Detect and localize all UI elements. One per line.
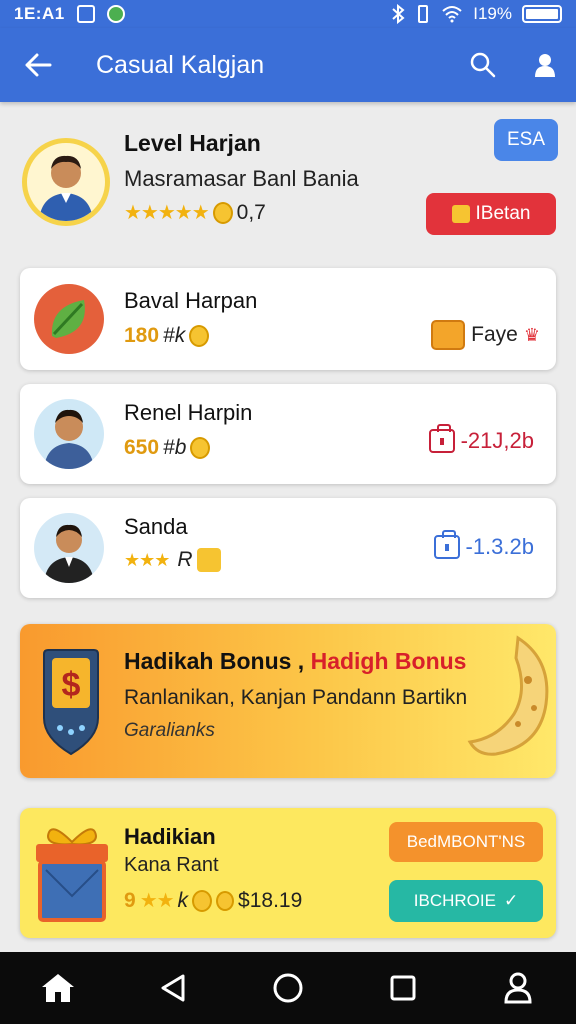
score-value: 180 [124,324,160,347]
phone-dollar-icon: $ [43,649,99,756]
system-nav-bar [0,952,576,1024]
profile-icon [535,54,555,77]
status-bar: 1E:A1 I19% [0,0,576,28]
bluetooth-icon [392,4,405,24]
coin-icon [192,889,213,912]
person-icon [504,972,532,1004]
ibchroie-label: IBCHROIE [413,891,496,910]
profile-avatar[interactable] [22,138,110,226]
bonus-line1: Ranlanikan, Kanjan Pandann Bartikn [124,686,468,709]
home-circle-icon [273,973,303,1003]
profile-name: Level Harjan [124,130,261,156]
player-name: Baval Harpan [124,288,258,313]
leaf-icon [51,300,85,338]
lock-bag-icon [428,424,455,453]
man-avatar [34,399,104,469]
bag-icon [451,205,470,223]
nav-recents-button[interactable] [373,958,433,1018]
gallery-icon [76,5,95,23]
player-delta: -1.3.2b [433,530,535,560]
bonus-line2: Garalianks [124,720,215,741]
bonus-banner[interactable]: $ Hadikah Bonus , Hadigh Bonus Ranlanika… [20,624,556,778]
ibetan-label: IBetan [475,203,531,224]
app-bar: Casual Kalgjan [0,28,576,102]
star-rating: ★★ [139,890,175,912]
back-triangle-icon [161,974,185,1002]
gift-price: $18.19 [238,888,303,912]
gift-unit: k [177,888,189,912]
svg-text:$: $ [62,666,81,704]
rating-value: 0,7 [236,200,266,224]
page-title: Casual Kalgjan [96,50,265,79]
coin-icon [190,437,211,459]
player-name: Sanda [124,514,188,539]
crown-icon: ♛ [523,324,540,345]
player-score: 180 #k [124,324,210,348]
player-delta: Faye ♛ [431,320,540,350]
battery-percent: I19% [473,4,512,23]
score-value: 650 [124,436,160,459]
gift-rating: 9 [124,888,136,912]
man-suit-avatar [34,513,104,583]
player-card[interactable]: Sanda ★★★ R -1.3.2b [20,498,556,598]
battery-icon [522,5,562,23]
delta-value: -21J,2b [460,428,534,453]
nav-home-button[interactable] [28,958,88,1018]
player-score: ★★★ R [124,548,221,572]
bonus-title: Hadikah Bonus , Hadigh Bonus [124,648,466,675]
coin-icon [216,890,235,911]
search-button[interactable] [452,28,514,102]
coin-icon [212,201,233,224]
gift-title: Hadikian [124,824,216,849]
profile-button[interactable] [514,28,576,102]
star-rating: ★★★ [124,549,170,570]
status-time: 1E:A1 [14,4,65,23]
leaf-avatar [34,284,104,354]
gift-subtitle: Kana Rant [124,854,219,876]
star-rating: ★★★★★ [124,202,210,224]
player-delta: -21J,2b [428,424,534,454]
nav-profile-button[interactable] [488,958,548,1018]
gift-card: Hadikian Kana Rant 9 ★★ k $18.19 BedMBON… [20,808,556,938]
player-card[interactable]: Baval Harpan 180 #k Faye ♛ [20,268,556,370]
man-avatar-icon [39,155,93,221]
profile-rating: ★★★★★ 0,7 [124,200,266,225]
score-unit: #k [163,324,186,347]
recents-icon [390,975,416,1001]
player-name: Renel Harpin [124,400,253,425]
wifi-icon [442,6,462,23]
cookie-icon [467,635,549,756]
bonus-title-part1: Hadikah Bonus , [124,648,305,674]
man-suit-avatar-icon [44,524,94,583]
nav-back-button[interactable] [143,958,203,1018]
profile-subtitle: Masramasar Banl Bania [124,166,359,191]
vibrate-icon [418,5,429,23]
man-avatar-icon [44,409,94,469]
nav-home-circle-button[interactable] [258,958,318,1018]
briefcase-icon [431,320,466,350]
arrow-left-icon [25,53,52,77]
whatsapp-icon [106,5,125,23]
puzzle-icon [196,548,221,572]
gift-box-icon [36,828,108,922]
esa-badge-button[interactable]: ESA [494,119,558,161]
bonus-title-part2: Hadigh Bonus [310,648,467,674]
player-score: 650 #b [124,436,211,460]
profile-header: Level Harjan Masramasar Banl Bania ★★★★★… [0,102,576,252]
player-card[interactable]: Renel Harpin 650 #b -21J,2b [20,384,556,484]
gift-rating-row: 9 ★★ k $18.19 [124,888,302,913]
home-icon [41,974,74,1002]
search-icon [470,52,496,78]
score-unit: #b [163,436,187,459]
check-icon: ✓ [503,891,519,910]
coin-icon [189,325,210,347]
ibetan-button[interactable]: IBetan [426,193,556,235]
ibchroie-button[interactable]: IBCHROIE ✓ [389,880,543,922]
score-unit: R [177,548,193,571]
lock-bag-icon [433,530,460,559]
delta-value: -1.3.2b [465,534,535,559]
delta-value: Faye [471,323,518,346]
bedmbonts-button[interactable]: BedMBONT'NS [389,822,543,862]
back-button[interactable] [0,28,76,102]
